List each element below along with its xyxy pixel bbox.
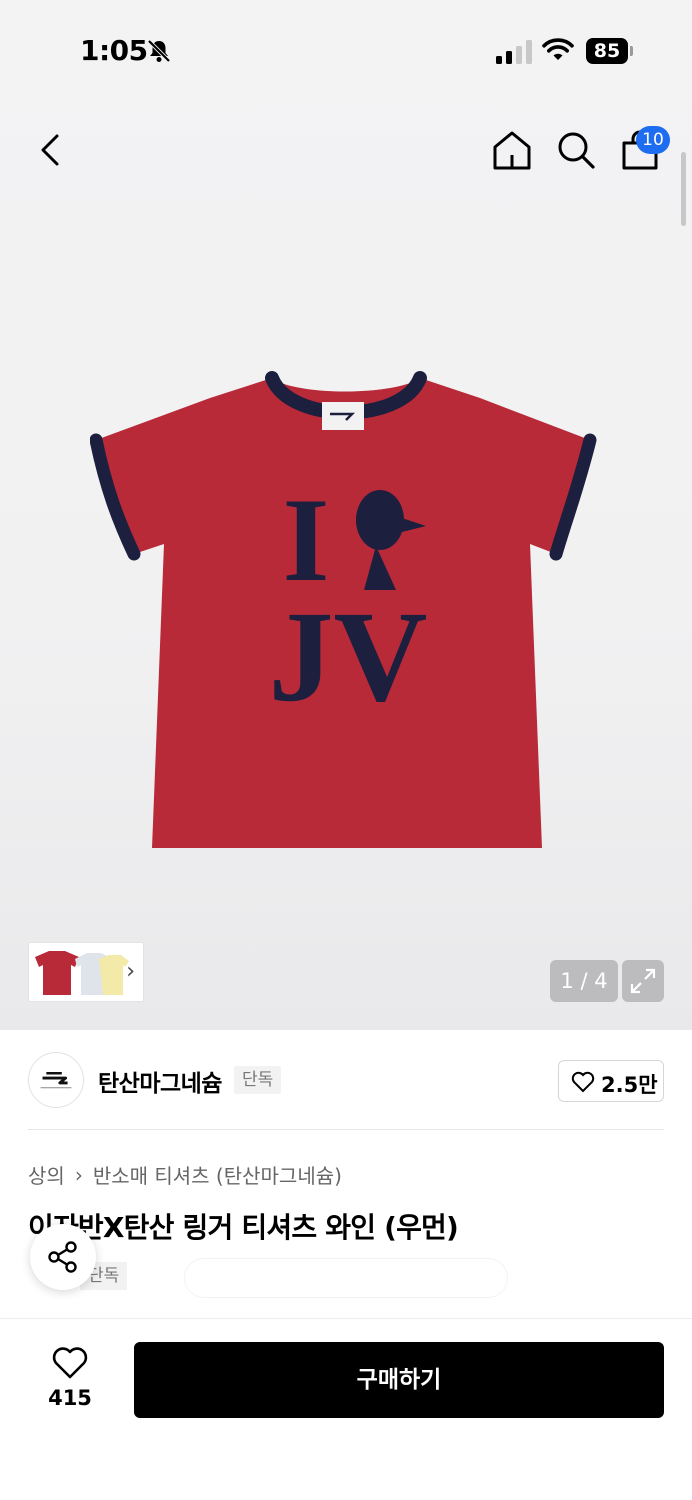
image-thumbnail-strip[interactable]: › [28,942,144,1002]
brand-name[interactable]: 탄산마그네슘 [98,1064,222,1098]
breadcrumb: 상의 › 반소매 티셔츠 (탄산마그네슘) [28,1160,342,1189]
like-count: 415 [48,1386,92,1410]
divider [28,1129,664,1130]
faded-pill [184,1258,508,1298]
share-icon [48,1241,77,1273]
scrollbar[interactable] [681,152,686,226]
breadcrumb-category[interactable]: 상의 [28,1160,65,1189]
signal-icon [496,40,532,64]
product-title: 이자반X탄산 링거 티셔츠 와인 (우먼) [28,1211,459,1244]
expand-icon[interactable] [622,960,664,1002]
back-icon[interactable] [32,128,72,172]
wifi-icon [542,38,574,60]
product-photo[interactable]: I JV [90,368,602,858]
print-letters-jv: JV [269,585,428,729]
buy-button[interactable]: 구매하기 [134,1342,664,1418]
battery-cap [630,46,633,56]
share-button[interactable] [30,1224,96,1290]
breadcrumb-subcategory[interactable]: 반소매 티셔츠 (탄산마그네슘) [93,1160,342,1189]
heart-icon [52,1347,88,1379]
status-time: 1:05 [80,34,148,67]
brand-like-count: 2.5만 [601,1073,658,1097]
brand-like-button[interactable]: 2.5만 [558,1060,664,1102]
like-button[interactable]: 415 [38,1344,102,1414]
cart-count-badge: 10 [636,126,670,154]
home-icon[interactable] [490,128,534,172]
image-counter: 1 / 4 [550,960,618,1002]
battery-indicator: 85 [586,38,628,64]
chevron-right-icon[interactable]: › [126,959,135,984]
heart-icon [571,1071,595,1093]
bell-off-icon [147,39,171,63]
exclusive-badge: 단독 [234,1066,282,1094]
brand-logo[interactable] [28,1052,84,1108]
chevron-right-icon: › [74,1162,83,1187]
search-icon[interactable] [554,128,598,172]
